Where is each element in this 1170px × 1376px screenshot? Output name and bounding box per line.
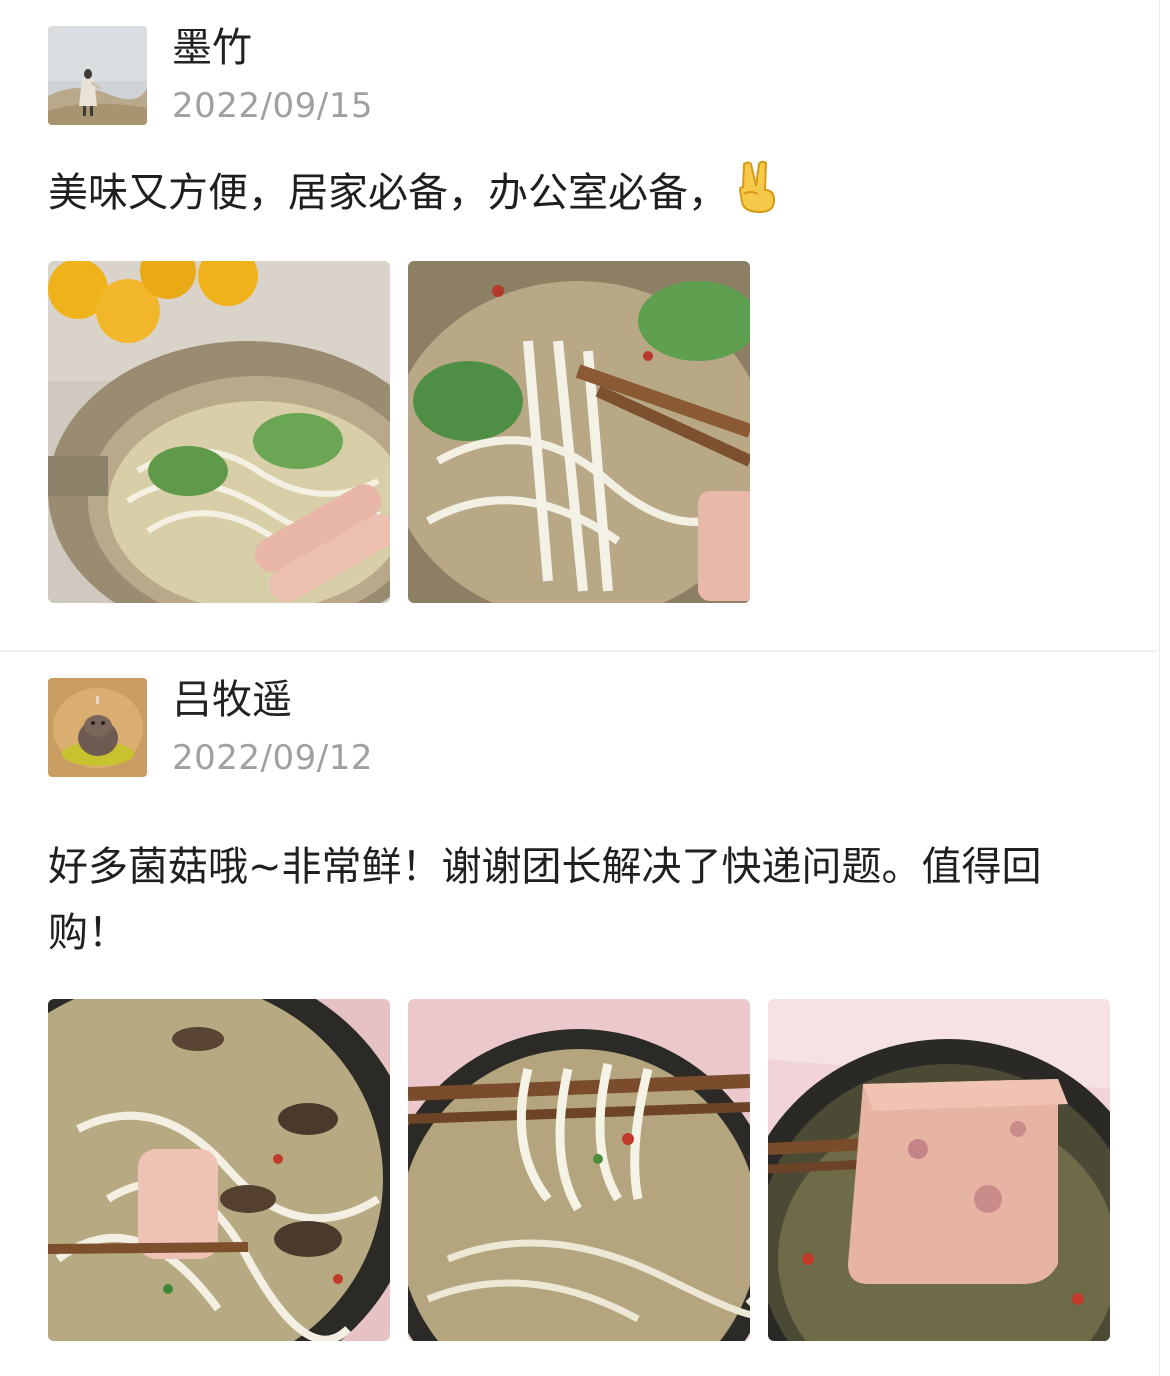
review-photo[interactable] — [768, 999, 1110, 1341]
review-photos — [48, 999, 1110, 1341]
chopsticks-lifting-noodles-photo — [408, 261, 750, 603]
desert-walker-avatar-image — [48, 26, 147, 125]
review-photo[interactable] — [48, 261, 390, 603]
user-avatar[interactable] — [48, 678, 147, 777]
review-card: 墨竹 2022/09/15 美味又方便，居家必备，办公室必备， — [0, 0, 1158, 650]
review-photo[interactable] — [48, 999, 390, 1341]
username: 吕牧遥 — [172, 677, 292, 723]
luncheon-meat-bowl-photo — [768, 999, 1110, 1341]
review-date: 2022/09/15 — [172, 86, 373, 126]
mushroom-noodle-bowl-photo — [48, 999, 390, 1341]
review-list-page: 墨竹 2022/09/15 美味又方便，居家必备，办公室必备， 吕牧遥 2022… — [0, 0, 1170, 1376]
review-card: 吕牧遥 2022/09/12 好多菌菇哦~非常鲜！谢谢团长解决了快递问题。值得回… — [0, 652, 1158, 1376]
noodles-on-chopsticks-photo — [408, 999, 750, 1341]
user-avatar[interactable] — [48, 26, 147, 125]
scrollbar[interactable] — [1159, 0, 1170, 1376]
review-text-wrapper: 美味又方便，居家必备，办公室必备， — [48, 160, 1113, 234]
review-photo[interactable] — [408, 261, 750, 603]
username: 墨竹 — [172, 25, 252, 71]
review-text: 好多菌菇哦~非常鲜！谢谢团长解决了快递问题。值得回购！ — [48, 844, 1042, 956]
review-photo[interactable] — [408, 999, 750, 1341]
noodle-pot-photo — [48, 261, 390, 603]
victory-hand-icon — [734, 160, 778, 234]
review-photos — [48, 261, 750, 603]
review-date: 2022/09/12 — [172, 738, 373, 778]
hippo-figurine-avatar-image — [48, 678, 147, 777]
review-text: 美味又方便，居家必备，办公室必备， — [48, 170, 728, 216]
